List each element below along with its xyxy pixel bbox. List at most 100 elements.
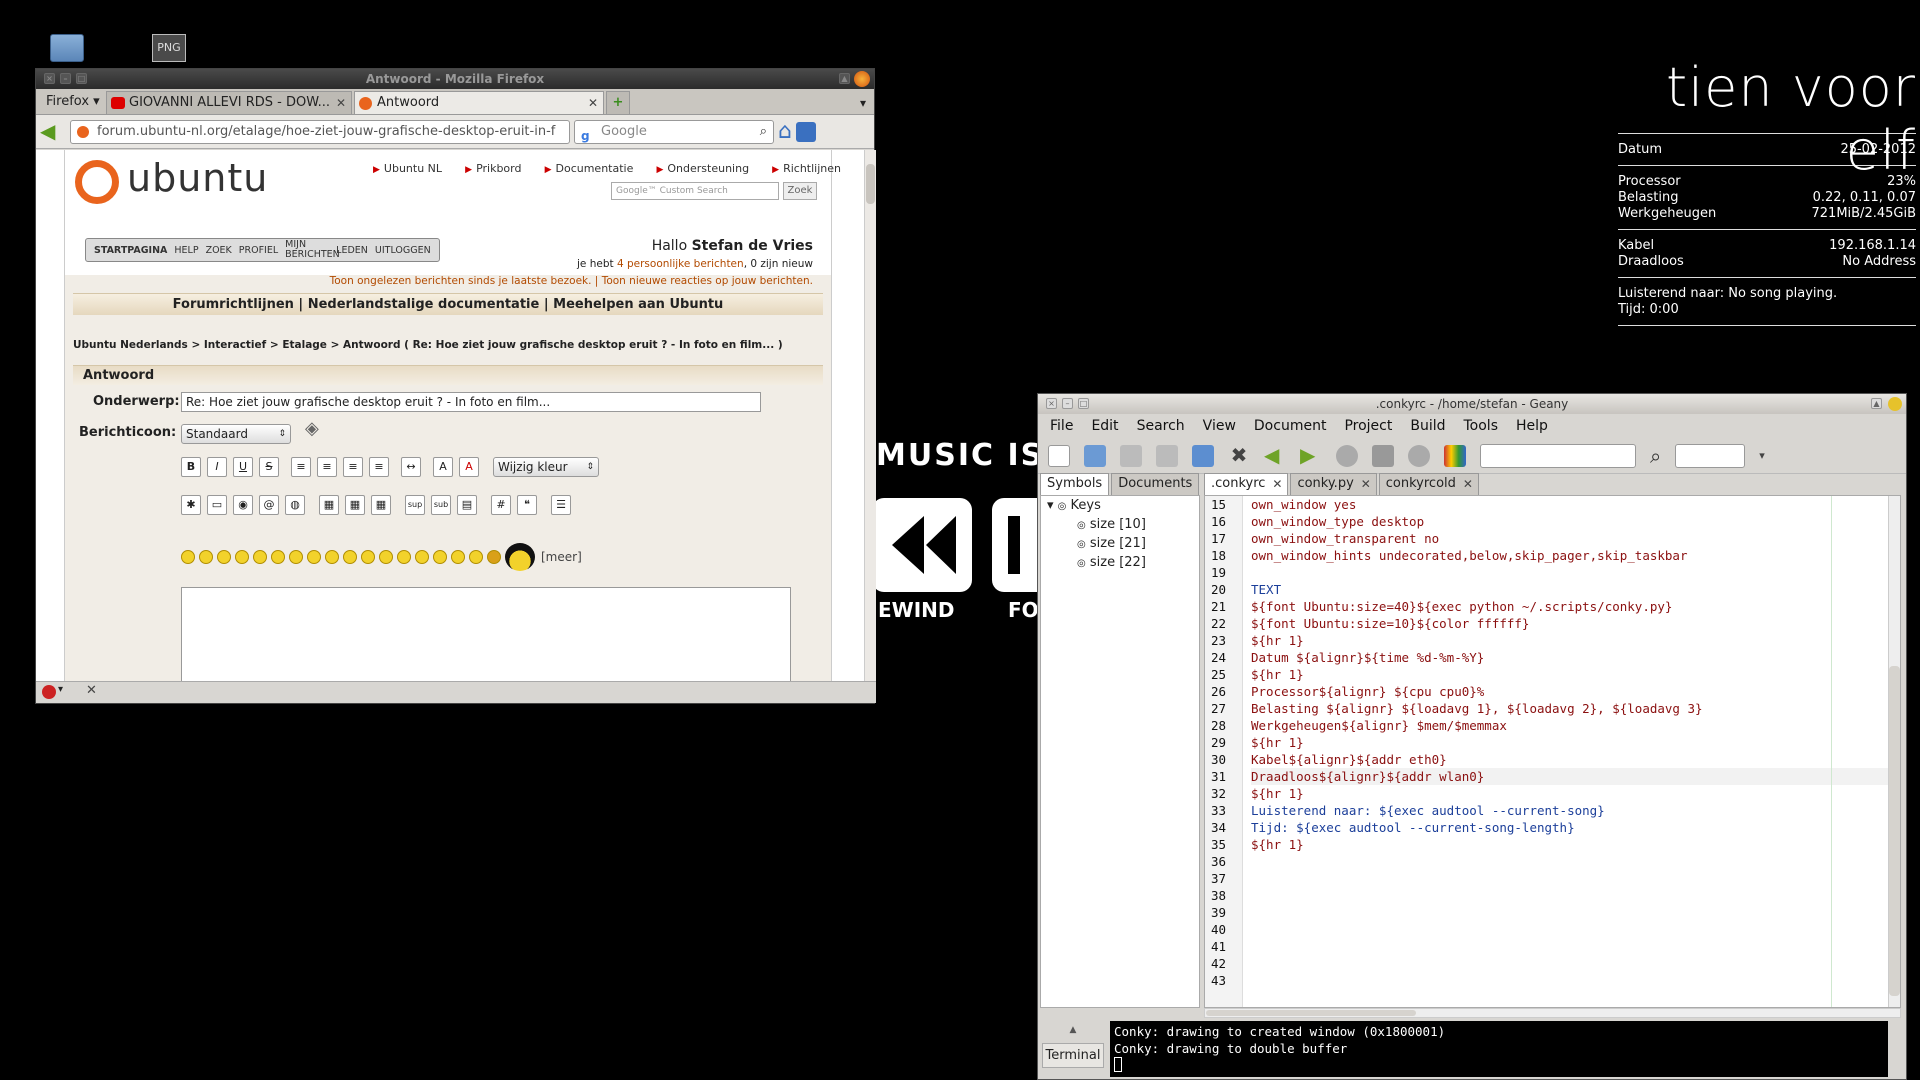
tab-youtube[interactable]: GIOVANNI ALLEVI RDS - DOW... ✕ [106, 91, 352, 114]
menu-mijn-berichten[interactable]: MIJN BERICHTEN [285, 240, 340, 260]
search-icon[interactable]: ⌕ [760, 121, 767, 143]
code-text[interactable]: own_window yes own_window_type desktop own… [1251, 496, 1703, 989]
build-icon[interactable] [1372, 444, 1394, 467]
close-tab-icon[interactable]: ✕ [1272, 474, 1282, 494]
nav-prikbord[interactable]: ▶ Prikbord [465, 162, 521, 175]
meehelpen-link[interactable]: Meehelpen aan Ubuntu [553, 297, 723, 312]
documentatie-link[interactable]: Nederlandstalige documentatie [308, 297, 540, 312]
tree-item[interactable]: ◎ size [22] [1041, 553, 1199, 572]
font-color-icon[interactable]: A [459, 457, 479, 477]
smiley-icon[interactable] [433, 550, 447, 564]
menu-tools[interactable]: Tools [1464, 418, 1499, 434]
compile-icon[interactable] [1336, 444, 1358, 467]
geany-titlebar[interactable]: × – □ .conkyrc - /home/stefan - Geany ▲ [1038, 394, 1906, 414]
tab-documents[interactable]: Documents [1111, 473, 1200, 495]
flash-icon[interactable]: ✱ [181, 495, 201, 515]
menu-project[interactable]: Project [1344, 418, 1392, 434]
smiley-icon[interactable] [397, 550, 411, 564]
horizontal-scrollbar[interactable] [1204, 1008, 1901, 1018]
minimize-icon[interactable]: – [1062, 398, 1073, 409]
menu-file[interactable]: File [1050, 418, 1073, 434]
link-icon[interactable]: ◉ [233, 495, 253, 515]
image-icon[interactable]: ▭ [207, 495, 227, 515]
minimize-icon[interactable]: – [60, 73, 71, 84]
back-arrow-icon[interactable]: ◀ [40, 120, 66, 144]
close-tab-icon[interactable]: ✕ [336, 92, 346, 114]
menu-document[interactable]: Document [1254, 418, 1327, 434]
bold-button[interactable]: B [181, 457, 201, 477]
smiley-icon[interactable] [235, 550, 249, 564]
close-tab-icon[interactable]: ✕ [1361, 474, 1371, 494]
italic-button[interactable]: I [207, 457, 227, 477]
smiley-icon[interactable] [253, 550, 267, 564]
table-row-icon[interactable]: ▦ [345, 495, 365, 515]
menu-startpagina[interactable]: STARTPAGINA [94, 245, 167, 256]
nav-richtlijnen[interactable]: ▶ Richtlijnen [772, 162, 841, 175]
firefox-menu-button[interactable]: Firefox ▾ [40, 91, 104, 114]
smiley-icon[interactable] [379, 550, 393, 564]
ftp-icon[interactable]: ◍ [285, 495, 305, 515]
smiley-icon[interactable] [271, 550, 285, 564]
png-file-icon[interactable]: PNG [152, 34, 186, 62]
search-input[interactable] [1480, 443, 1636, 468]
unread-link[interactable]: Toon ongelezen berichten sinds je laatst… [330, 275, 592, 287]
smiley-icon[interactable] [469, 550, 483, 564]
smiley-icon[interactable] [451, 550, 465, 564]
up-arrow-icon[interactable]: ▲ [1042, 1025, 1104, 1035]
superscript-icon[interactable]: sup [405, 495, 425, 515]
smiley-icon[interactable] [343, 550, 357, 564]
firefox-titlebar[interactable]: × – □ Antwoord - Mozilla Firefox ▲ [36, 69, 874, 89]
color-select[interactable]: Wijzig kleur ⇕ [493, 457, 599, 477]
align-left-icon[interactable]: ≡ [291, 457, 311, 477]
save-all-icon[interactable] [1156, 444, 1178, 467]
menu-view[interactable]: View [1203, 418, 1236, 434]
smiley-icon[interactable] [307, 550, 321, 564]
up-arrow-icon[interactable]: ▲ [1871, 398, 1882, 409]
search-icon[interactable]: ⌕ [1650, 444, 1661, 468]
quote-icon[interactable]: ❝ [517, 495, 537, 515]
menu-build[interactable]: Build [1410, 418, 1445, 434]
scrollbar-thumb[interactable] [1206, 1010, 1416, 1016]
email-icon[interactable]: @ [259, 495, 279, 515]
align-justify-icon[interactable]: ≡ [343, 457, 363, 477]
bookmarks-icon[interactable] [795, 121, 816, 142]
search-bar[interactable]: g Google ⌕ [574, 119, 774, 144]
afro-smiley-icon[interactable] [505, 543, 535, 571]
close-icon[interactable]: × [1046, 398, 1057, 409]
align-center-icon[interactable]: ≡ [317, 457, 337, 477]
messages-link[interactable]: 4 persoonlijke berichten [617, 258, 744, 270]
tab-conkyrcold[interactable]: conkyrcold ✕ [1378, 473, 1479, 495]
smiley-icon[interactable] [199, 550, 213, 564]
menu-zoek[interactable]: ZOEK [206, 245, 232, 256]
tree-root[interactable]: ▾ ◎ Keys [1041, 496, 1199, 515]
goto-line-input[interactable] [1675, 443, 1746, 468]
strike-button[interactable]: S [259, 457, 279, 477]
menu-edit[interactable]: Edit [1091, 418, 1118, 434]
code-area[interactable]: own_window yes own_window_type desktop own… [1251, 496, 1900, 1007]
teletype-icon[interactable]: ▤ [457, 495, 477, 515]
menu-help[interactable]: HELP [174, 245, 198, 256]
smiley-icon[interactable] [361, 550, 375, 564]
nav-documentatie[interactable]: ▶ Documentatie [545, 162, 634, 175]
terminal[interactable]: Conky: drawing to created window (0x1800… [1110, 1021, 1888, 1077]
message-textarea[interactable] [181, 587, 791, 682]
devil-smiley-icon[interactable] [487, 550, 501, 564]
smiley-icon[interactable] [415, 550, 429, 564]
site-search-input[interactable]: Google™ Custom Search [611, 182, 779, 200]
align-right-icon[interactable]: ≡ [369, 457, 389, 477]
more-smileys-link[interactable]: [meer] [541, 550, 582, 564]
forumrichtlijnen-link[interactable]: Forumrichtlijnen [173, 297, 294, 312]
tab-terminal[interactable]: Terminal [1042, 1043, 1104, 1068]
list-icon[interactable]: ☰ [551, 495, 571, 515]
menu-help[interactable]: Help [1516, 418, 1548, 434]
table-icon[interactable]: ▦ [319, 495, 339, 515]
subject-input[interactable]: Re: Hoe ziet jouw grafische desktop erui… [181, 392, 761, 412]
scrollbar-thumb[interactable] [866, 164, 875, 204]
open-file-icon[interactable] [1084, 444, 1106, 467]
close-file-icon[interactable]: ✖ [1228, 445, 1250, 467]
code-icon[interactable]: # [491, 495, 511, 515]
color-chooser-icon[interactable] [1444, 444, 1466, 467]
breadcrumb[interactable]: Ubuntu Nederlands > Interactief > Etalag… [73, 339, 783, 351]
close-icon[interactable]: × [44, 73, 55, 84]
underline-button[interactable]: U [233, 457, 253, 477]
